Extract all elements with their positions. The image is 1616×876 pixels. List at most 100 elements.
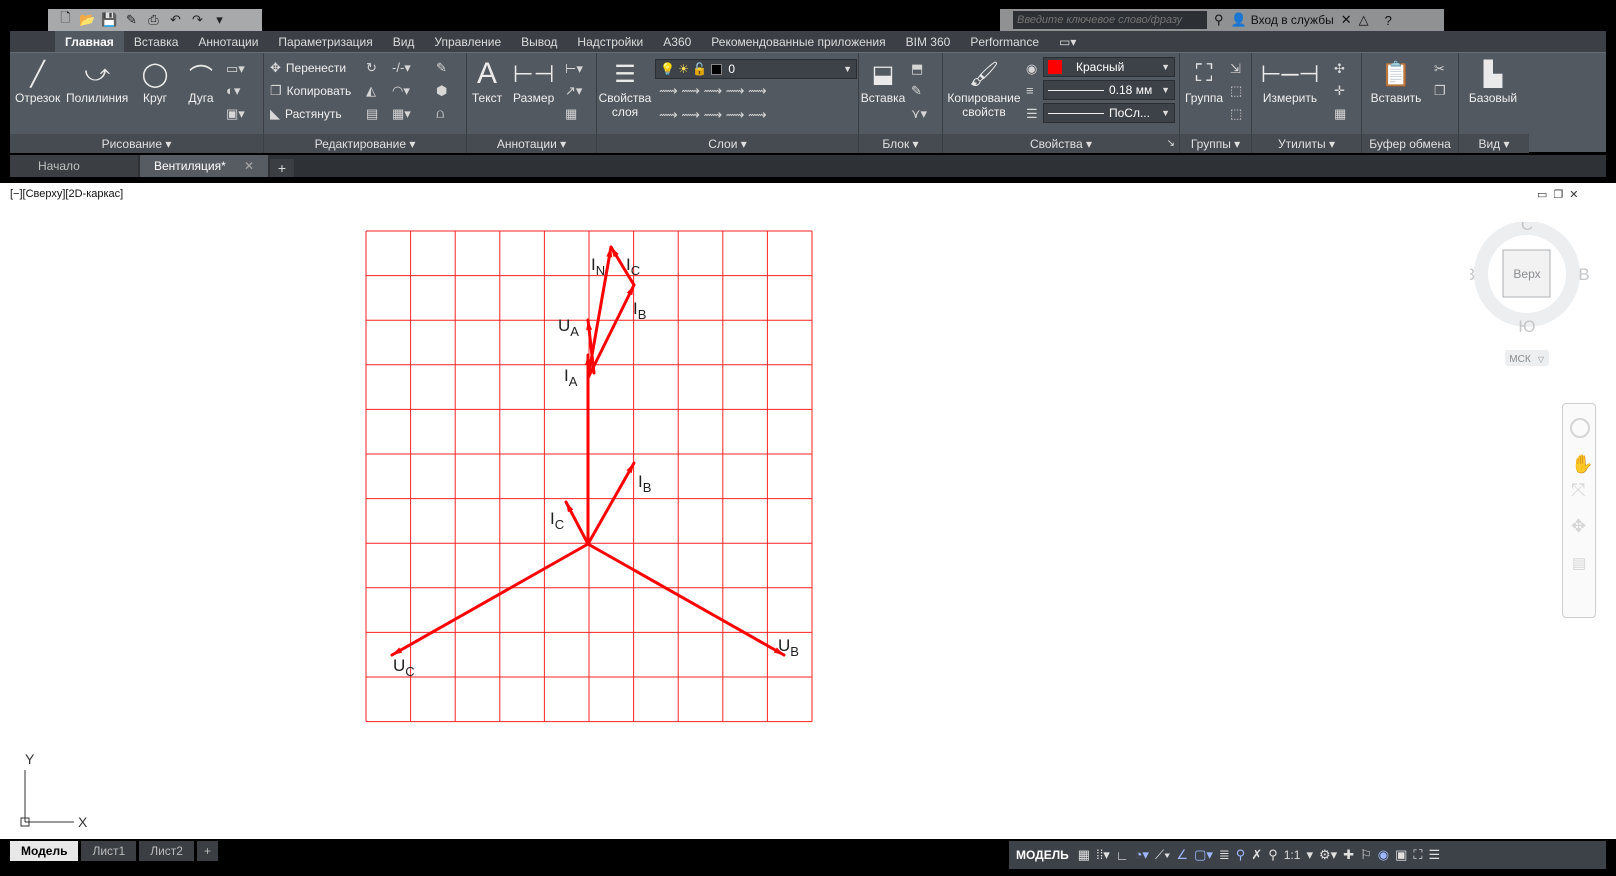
compass-west[interactable]: З [1470, 265, 1475, 284]
erase-icon[interactable]: ✎ [436, 60, 447, 76]
plus-icon[interactable]: ✚ [1343, 847, 1354, 863]
circle-button[interactable]: ◯ Круг [138, 57, 172, 106]
customize-menu-icon[interactable]: ☰ [1428, 847, 1440, 863]
calculator-icon[interactable]: ▦ [1334, 106, 1346, 122]
user-icon[interactable]: 👤 [1231, 12, 1247, 28]
compass-south[interactable]: Ю [1518, 317, 1535, 336]
copy-button[interactable]: ❐ Копировать [270, 83, 351, 99]
hardware-acceleration-icon[interactable]: ▣ [1395, 847, 1407, 863]
layout1-tab[interactable]: Лист1 [81, 841, 137, 861]
lineweight-dropdown[interactable]: 0.18 мм ▼ [1043, 80, 1175, 100]
clipboard-panel-title[interactable]: Буфер обмена [1362, 134, 1458, 153]
new-file-icon[interactable]: 🗋 [56, 10, 75, 29]
ribbon-tab[interactable]: Вид [383, 31, 425, 52]
rotate-icon[interactable]: ↻ [366, 60, 377, 76]
auto-scale-icon[interactable]: ✗ [1251, 847, 1262, 863]
layout2-tab[interactable]: Лист2 [139, 841, 194, 861]
layer-dropdown[interactable]: 💡 ☀ 🔓 0 ▼ [655, 59, 857, 79]
match-properties-button[interactable]: 🖌 Копирование свойств [946, 57, 1022, 120]
trim-icon[interactable]: -/-▾ [392, 60, 411, 76]
polyline-button[interactable]: ⤻ Полилиния [66, 57, 128, 105]
annotation-monitor-icon[interactable]: ⚐ [1360, 847, 1372, 863]
model-space-button[interactable]: МОДЕЛЬ [1013, 848, 1072, 862]
ribbon-tab[interactable]: Управление [424, 31, 511, 52]
ribbon-tab[interactable]: Аннотации [188, 31, 268, 52]
close-icon[interactable]: ✕ [244, 159, 254, 173]
text-button[interactable]: A Текст [470, 57, 504, 105]
explode-icon[interactable]: ⬢ [436, 83, 447, 99]
panel-launcher-icon[interactable]: ↘ [1167, 138, 1175, 149]
region-icon[interactable]: ▣▾ [226, 106, 245, 122]
ribbon-tab[interactable]: A360 [653, 31, 701, 52]
drawing-tab[interactable]: Вентиляция* ✕ [140, 155, 268, 177]
clean-screen-icon[interactable]: ⛶ [1413, 847, 1422, 863]
utilities-panel-title[interactable]: Утилиты ▾ [1252, 134, 1361, 153]
stretch-button[interactable]: ◣ Растянуть [270, 106, 342, 122]
steering-wheel-icon[interactable] [1570, 418, 1590, 438]
open-file-icon[interactable]: 📂 [78, 11, 97, 29]
layers-panel-title[interactable]: Слои ▾ [597, 134, 858, 153]
ribbon-tab[interactable]: Параметризация [268, 31, 382, 52]
orbit-icon[interactable]: ✥ [1571, 516, 1586, 537]
minimize-icon[interactable]: ▭ [1537, 188, 1547, 201]
ortho-icon[interactable]: ∟ [1116, 848, 1129, 863]
table-icon[interactable]: ▦ [565, 106, 577, 122]
restore-icon[interactable]: ❐ [1553, 188, 1563, 201]
help-icon[interactable]: ? [1385, 13, 1392, 28]
array-icon[interactable]: ▦▾ [392, 106, 411, 122]
move-button[interactable]: ✥ Перенести [270, 60, 346, 76]
block-panel-title[interactable]: Блок ▾ [859, 134, 942, 153]
arc-button[interactable]: ⌒ Дуга [184, 57, 218, 106]
qat-menu-icon[interactable]: ▾ [210, 11, 229, 29]
block-attr-icon[interactable]: ⋎▾ [911, 106, 927, 122]
ribbon-tab[interactable]: Надстройки [567, 31, 653, 52]
dimension-button[interactable]: ⊢⊣ Размер [513, 57, 555, 106]
zoom-icon[interactable]: ⤧ [1571, 480, 1585, 501]
groups-panel-title[interactable]: Группы ▾ [1180, 134, 1251, 153]
group-button[interactable]: ⛶ Группа [1182, 57, 1226, 105]
ribbon-tab[interactable]: BIM 360 [896, 31, 961, 52]
redo-icon[interactable]: ↷ [188, 11, 207, 29]
new-tab-button[interactable]: + [270, 159, 294, 177]
linetype-dropdown[interactable]: ПоСл... ▼ [1043, 103, 1175, 123]
cut-icon[interactable]: ✂ [1434, 61, 1445, 77]
linetype-icon[interactable]: ☰ [1026, 106, 1038, 122]
ribbon-tab[interactable]: Вывод [511, 31, 567, 52]
view-panel-title[interactable]: Вид ▾ [1459, 134, 1529, 153]
point-icon[interactable]: ✛ [1334, 83, 1345, 99]
draw-panel-title[interactable]: Рисование ▾ [10, 134, 263, 153]
color-wheel-icon[interactable]: ◉ [1026, 61, 1037, 77]
annotation-visibility-icon[interactable]: ⚲ [1236, 847, 1246, 863]
annotation-scale-icon[interactable]: ⚲ [1268, 847, 1278, 863]
viewcube[interactable]: С Ю З В Верх МСК ▽ [1470, 222, 1590, 382]
layer-tools-icon[interactable]: ⟿ ⟿ ⟿ ⟿ ⟿ [659, 83, 767, 99]
model-tab[interactable]: Модель [10, 841, 79, 861]
group-edit-icon[interactable]: ⬚ [1230, 83, 1242, 99]
isolate-objects-icon[interactable]: ◉ [1378, 847, 1389, 863]
a360-icon[interactable]: △ [1359, 12, 1369, 28]
grid-icon[interactable]: ▦ [1078, 847, 1090, 863]
compass-north[interactable]: С [1521, 222, 1533, 234]
start-tab[interactable]: Начало [10, 155, 138, 177]
group-select-icon[interactable]: ⬚ [1230, 106, 1242, 122]
offset-icon[interactable]: ⩍ [436, 106, 444, 122]
rectangle-icon[interactable]: ▭▾ [226, 61, 245, 77]
undo-icon[interactable]: ↶ [166, 11, 185, 29]
print-icon[interactable]: ⎙ [144, 11, 163, 29]
scale-icon[interactable]: ▤ [366, 106, 378, 122]
save-icon[interactable]: 💾 [100, 11, 119, 29]
ribbon-tab-toggle-icon[interactable]: ▭▾ [1049, 31, 1086, 52]
insert-block-button[interactable]: ⬓ Вставка [860, 57, 906, 106]
create-block-icon[interactable]: ⬒ [911, 61, 923, 77]
mirror-icon[interactable]: ◭ [366, 83, 376, 99]
exchange-icon[interactable]: ✕ [1341, 12, 1352, 28]
leader-icon[interactable]: ↗▾ [565, 83, 582, 99]
lineweight-toggle-icon[interactable]: ≣ [1219, 847, 1230, 863]
sign-in-button[interactable]: Вход в службы [1251, 13, 1334, 27]
annotation-scale-value[interactable]: 1:1 [1284, 848, 1301, 862]
base-view-button[interactable]: ▙ Базовый [1463, 57, 1523, 106]
line-button[interactable]: ╱ Отрезок [15, 57, 60, 106]
dim-style-icon[interactable]: ⊢▾ [565, 61, 583, 77]
save-as-icon[interactable]: ✎ [122, 11, 141, 29]
close-icon[interactable]: ✕ [1569, 188, 1578, 201]
